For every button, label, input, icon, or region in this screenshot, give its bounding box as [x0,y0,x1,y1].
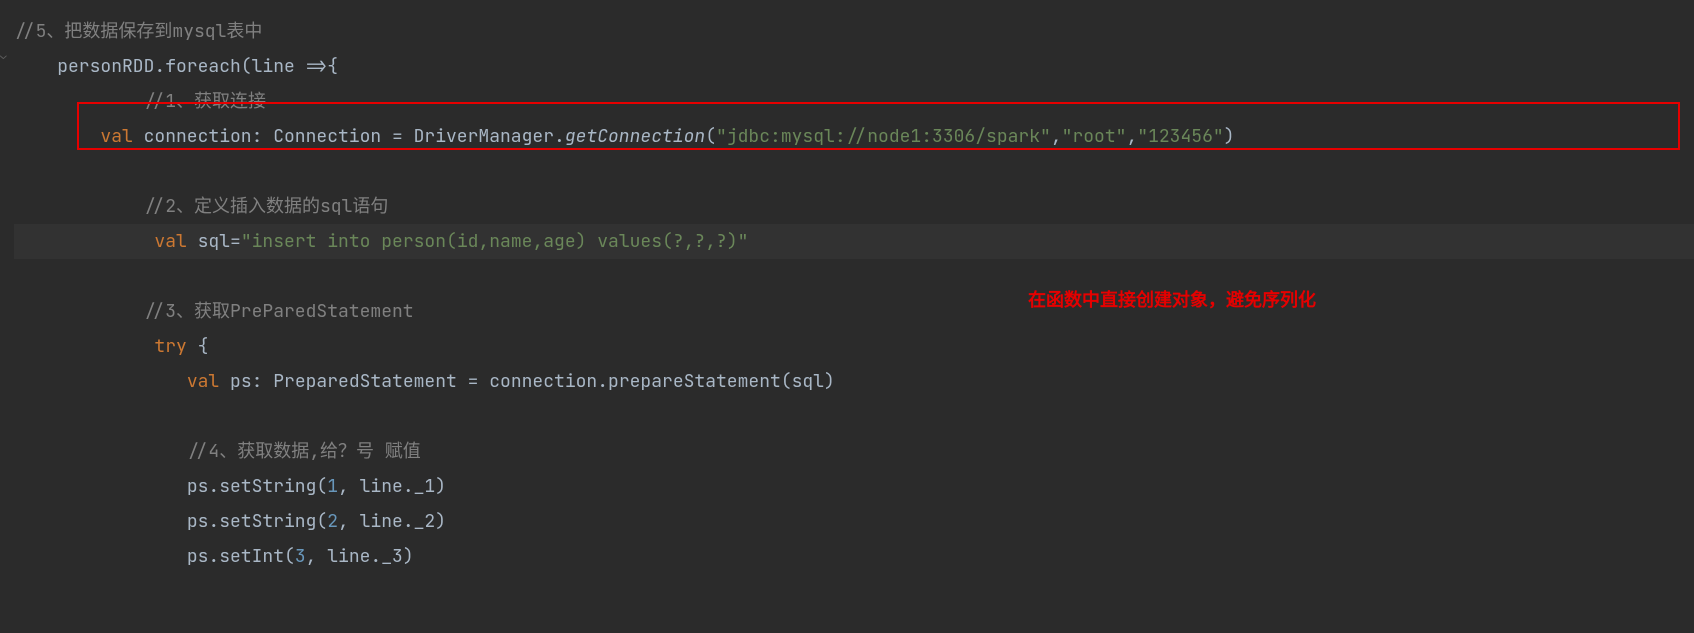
code-token: , line._3) [306,545,414,568]
code-token [144,335,155,358]
code-token: ps.setInt( [187,545,295,568]
code-line[interactable]: val ps: PreparedStatement = connection.p… [14,364,1694,399]
code-token: personRDD.foreach(line =>{ [57,55,338,78]
code-token: 2 [327,510,338,533]
code-token: ps.setString( [187,475,327,498]
code-token: getConnection [565,125,705,148]
code-line[interactable]: try { [14,329,1694,364]
code-token: //4、获取数据,给？号 赋值 [187,440,421,463]
annotation-text: 在函数中直接创建对象，避免序列化 [1028,283,1316,318]
code-token: //1、获取连接 [144,90,266,113]
code-token: , line._1) [338,475,446,498]
code-token: ps.setString( [187,510,327,533]
code-line[interactable]: personRDD.foreach(line =>{ [14,49,1694,84]
code-token: { [198,335,209,358]
code-line[interactable]: val connection: Connection = DriverManag… [14,119,1694,154]
code-token: val [187,370,230,393]
code-line[interactable] [14,259,1694,294]
code-token: 1 [327,475,338,498]
code-token: "jdbc:mysql://node1:3306/spark" [716,125,1051,148]
code-line[interactable]: //3、获取PreParedStatement [14,294,1694,329]
code-line[interactable]: ps.setInt(3, line._3) [14,539,1694,574]
code-token: val [154,230,197,253]
code-line[interactable]: ps.setString(1, line._1) [14,469,1694,504]
code-line[interactable] [14,154,1694,189]
code-token: connection: Connection = DriverManager. [144,125,565,148]
code-token: try [154,335,197,358]
code-line[interactable] [14,399,1694,434]
code-token: 3 [295,545,306,568]
code-token: ) [1224,125,1235,148]
code-line[interactable]: //2、定义插入数据的sql语句 [14,189,1694,224]
code-line[interactable]: val sql="insert into person(id,name,age)… [14,224,1694,259]
code-editor[interactable]: //5、把数据保存到mysql表中 personRDD.foreach(line… [0,0,1694,574]
code-token: "123456" [1137,125,1223,148]
code-line[interactable]: ps.setString(2, line._2) [14,504,1694,539]
code-line[interactable]: //5、把数据保存到mysql表中 [14,14,1694,49]
code-token [144,230,155,253]
code-token: //3、获取PreParedStatement [144,300,414,323]
fold-icon[interactable]: ⌄ [0,50,10,62]
code-token: val [100,125,143,148]
code-line[interactable]: //1、获取连接 [14,84,1694,119]
code-token: ps: PreparedStatement = connection.prepa… [230,370,835,393]
code-token: "insert into person(id,name,age) values(… [241,230,749,253]
code-token: , [1126,125,1137,148]
code-token: , line._2) [338,510,446,533]
code-token: //5、把数据保存到mysql表中 [14,20,262,43]
annotation-arrow [0,574,1694,633]
code-token: ( [705,125,716,148]
code-token: //2、定义插入数据的sql语句 [144,195,389,218]
code-line[interactable]: //4、获取数据,给？号 赋值 [14,434,1694,469]
code-token: sql= [198,230,241,253]
code-token: "root" [1062,125,1127,148]
code-token: , [1051,125,1062,148]
